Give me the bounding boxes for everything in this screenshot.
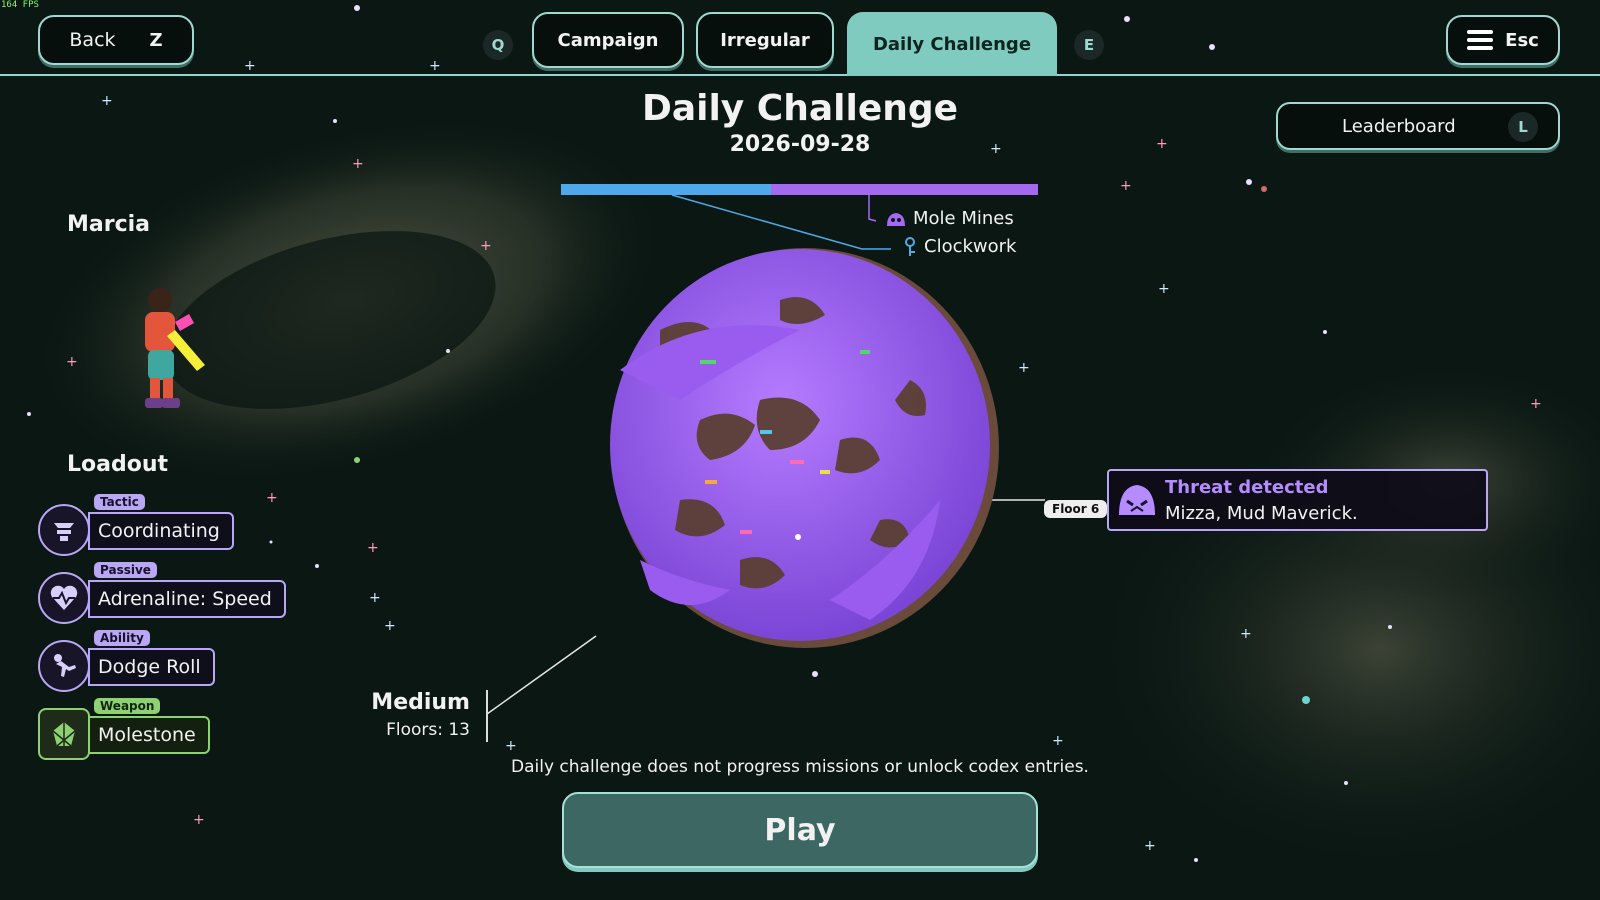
leaderboard-label: Leaderboard	[1342, 115, 1456, 137]
svg-text:+: +	[505, 738, 517, 754]
tab-daily-challenge-label: Daily Challenge	[872, 33, 1032, 55]
slot-name-box: Coordinating	[88, 512, 234, 550]
svg-text:+: +	[367, 540, 379, 556]
slot-name: Coordinating	[98, 520, 220, 542]
slot-name: Adrenaline: Speed	[98, 588, 272, 610]
svg-text:+: +	[1240, 626, 1252, 642]
svg-text:+: +	[193, 812, 205, 828]
slot-name: Molestone	[98, 724, 196, 746]
threat-text: Mizza, Mud Maverick.	[1165, 503, 1358, 524]
floor-badge: Floor 6	[1044, 500, 1108, 518]
slot-name-box: Dodge Roll	[88, 648, 215, 686]
fps-counter: 164 FPS	[1, 0, 39, 10]
slot-name-box: Adrenaline: Speed	[88, 580, 286, 618]
tab-daily-challenge[interactable]: Daily Challenge	[847, 12, 1057, 76]
challenge-date: 2026-09-28	[729, 132, 871, 157]
slot-tag: Weapon	[94, 698, 161, 714]
tab-irregular-label: Irregular	[720, 29, 810, 51]
biome-progress-bar	[561, 184, 1038, 195]
tab-irregular[interactable]: Irregular	[696, 12, 834, 68]
biome-segment-mole-mines	[770, 184, 1038, 195]
mole-icon	[887, 212, 905, 226]
svg-text:+: +	[1052, 733, 1064, 749]
biome-label-clockwork: Clockwork	[902, 236, 1016, 257]
loadout-heading: Loadout	[67, 452, 169, 477]
dodge-roll-icon	[38, 640, 90, 692]
tab-campaign[interactable]: Campaign	[532, 12, 684, 68]
slot-name: Dodge Roll	[98, 656, 201, 678]
threat-callout: Threat detected Mizza, Mud Maverick.	[1107, 469, 1488, 531]
tab-campaign-label: Campaign	[557, 29, 659, 51]
difficulty-level: Medium	[371, 690, 470, 715]
slot-tag: Tactic	[94, 494, 145, 510]
tactic-icon	[38, 504, 90, 556]
svg-text:+: +	[429, 58, 441, 74]
top-bar-divider	[0, 74, 1600, 76]
svg-text:+: +	[1158, 281, 1170, 297]
slot-tag: Passive	[94, 562, 157, 578]
svg-text:+: +	[1120, 178, 1132, 194]
difficulty-divider	[486, 690, 488, 742]
svg-text:+: +	[101, 93, 113, 109]
menu-button[interactable]: Esc	[1446, 15, 1560, 65]
clockwork-icon	[905, 236, 915, 256]
next-tab-key-hint[interactable]: E	[1074, 30, 1104, 60]
prev-tab-key-hint[interactable]: Q	[483, 30, 513, 60]
leaderboard-button[interactable]: Leaderboard L	[1276, 102, 1560, 150]
svg-text:+: +	[480, 238, 492, 254]
svg-text:+: +	[352, 156, 364, 172]
play-label: Play	[764, 812, 836, 848]
planet-map	[610, 248, 999, 648]
notice-text: Daily challenge does not progress missio…	[511, 757, 1089, 777]
threat-title: Threat detected	[1165, 477, 1329, 498]
svg-text:+: +	[244, 58, 256, 74]
menu-key-hint: Esc	[1505, 29, 1539, 51]
page-title: Daily Challenge	[641, 88, 959, 129]
mole-boss-icon	[1119, 485, 1155, 515]
floor-count: Floors: 13	[386, 720, 470, 740]
leaderboard-key-hint: L	[1508, 112, 1538, 142]
svg-text:+: +	[1156, 136, 1168, 152]
biome-name: Mole Mines	[913, 208, 1014, 229]
heart-pulse-icon	[38, 572, 90, 624]
svg-text:+: +	[266, 490, 278, 506]
back-button[interactable]: Back Z	[38, 15, 194, 65]
biome-name: Clockwork	[924, 236, 1017, 257]
slot-name-box: Molestone	[88, 716, 210, 754]
character-name: Marcia	[67, 212, 151, 237]
back-label: Back	[69, 29, 116, 51]
biome-segment-clockwork	[561, 184, 771, 195]
svg-text:+: +	[66, 354, 78, 370]
svg-text:+: +	[1144, 838, 1156, 854]
play-button[interactable]: Play	[562, 792, 1038, 868]
slot-tag: Ability	[94, 630, 150, 646]
svg-text:+: +	[1018, 360, 1030, 376]
back-key-hint: Z	[149, 29, 163, 51]
hamburger-icon	[1467, 30, 1494, 50]
svg-text:+: +	[369, 590, 381, 606]
svg-text:+: +	[384, 618, 396, 634]
molestone-icon	[38, 708, 90, 760]
svg-text:+: +	[1530, 396, 1542, 412]
biome-label-mole-mines: Mole Mines	[885, 208, 1014, 229]
